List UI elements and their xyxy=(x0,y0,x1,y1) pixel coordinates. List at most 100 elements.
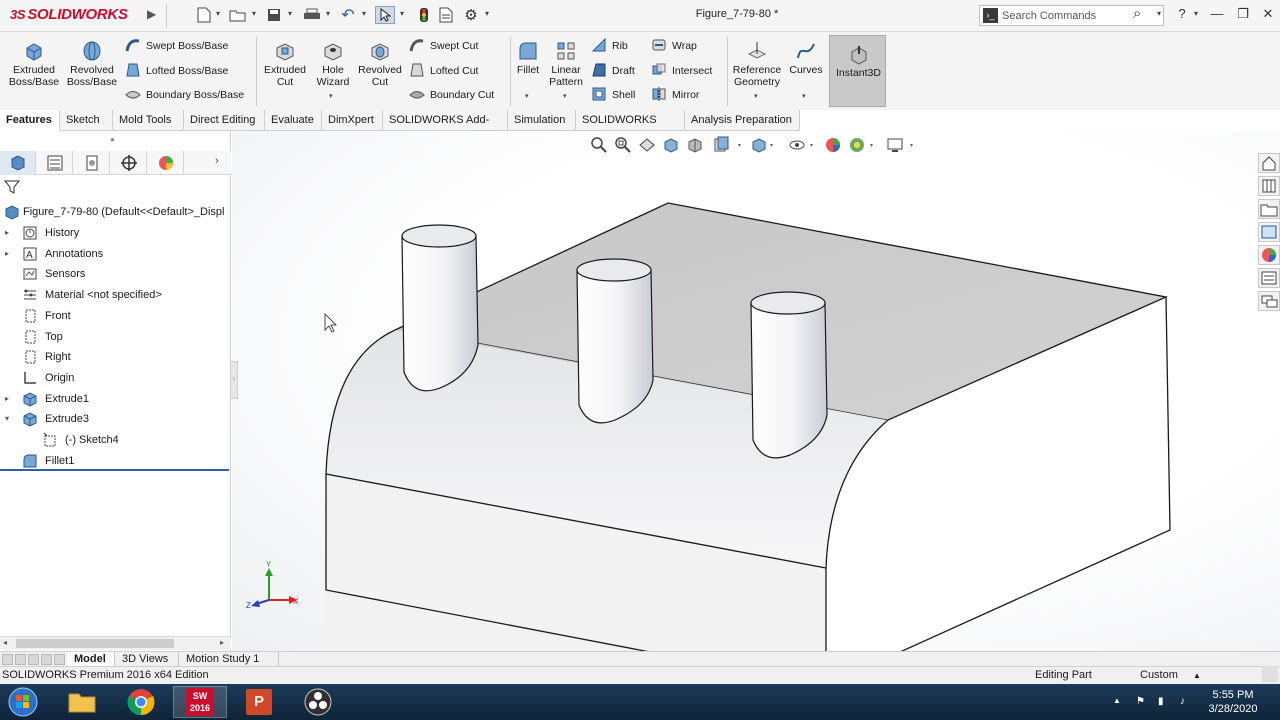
tree-expander-icon[interactable]: ▸ xyxy=(5,223,15,243)
tree-item[interactable]: Fillet1 xyxy=(0,451,229,471)
tab-solidworks-add-ins[interactable]: SOLIDWORKS Add-Ins xyxy=(383,110,508,146)
appearances-scenes-icon[interactable] xyxy=(1258,245,1280,265)
tab-next-icon[interactable] xyxy=(28,654,39,665)
tree-item[interactable]: Top xyxy=(0,327,229,347)
fillet-dropdown-icon[interactable]: ▾ xyxy=(525,92,529,100)
solidworks-resources-icon[interactable] xyxy=(1258,153,1280,173)
curves-dropdown-icon[interactable]: ▾ xyxy=(802,92,806,100)
design-library-icon[interactable] xyxy=(1258,176,1280,196)
hole-wizard-dropdown-icon[interactable]: ▾ xyxy=(329,92,333,100)
powerpoint-taskbar-button[interactable]: P xyxy=(232,686,286,718)
viewport-restore-icon[interactable]: ❐ xyxy=(1232,131,1242,132)
tab-dimxpert-manager[interactable] xyxy=(111,151,147,175)
tab-dimxpert[interactable]: DimXpert xyxy=(322,110,383,131)
cylinder-boss-3[interactable] xyxy=(750,291,828,459)
tab-motion-study[interactable]: Motion Study 1 xyxy=(179,652,279,667)
section-view-icon[interactable] xyxy=(662,136,680,154)
panel-grip-icon[interactable]: ● xyxy=(110,135,115,144)
cylinder-boss-2[interactable] xyxy=(576,258,654,424)
zoom-to-fit-icon[interactable] xyxy=(590,136,608,154)
boundary-boss-button[interactable]: Boundary Boss/Base xyxy=(125,86,244,104)
search-dropdown-icon[interactable]: ▾ xyxy=(1157,9,1161,18)
fillet-button[interactable]: Fillet xyxy=(513,40,543,76)
lofted-boss-button[interactable]: Lofted Boss/Base xyxy=(125,62,228,80)
panel-splitter-handle[interactable]: ‹ xyxy=(230,361,238,399)
tree-root-part[interactable]: Figure_7-79-80 (Default<<Default>_Displ xyxy=(4,202,231,222)
chrome-taskbar-button[interactable] xyxy=(114,686,168,718)
intersect-button[interactable]: Intersect xyxy=(651,62,712,80)
solidworks-taskbar-button[interactable]: SW 2016 xyxy=(173,686,227,718)
tray-volume-icon[interactable]: ♪ xyxy=(1180,696,1185,707)
tree-item[interactable]: ▸ A Annotations xyxy=(0,244,229,264)
file-explorer-icon[interactable] xyxy=(1258,199,1280,219)
view-orientation-icon[interactable] xyxy=(712,136,730,154)
zoom-to-area-icon[interactable] xyxy=(614,136,632,154)
lofted-cut-button[interactable]: Lofted Cut xyxy=(409,62,478,80)
swept-cut-button[interactable]: Swept Cut xyxy=(409,37,478,55)
display-style-dropdown-icon[interactable]: ▾ xyxy=(770,142,773,149)
boundary-cut-button[interactable]: Boundary Cut xyxy=(409,86,494,104)
pattern-dropdown-icon[interactable]: ▾ xyxy=(563,92,567,100)
search-commands-input[interactable] xyxy=(1002,8,1132,23)
tab-last-icon[interactable] xyxy=(41,654,52,665)
tab-features[interactable]: Features xyxy=(0,110,60,131)
view-settings-dropdown-icon[interactable]: ▾ xyxy=(910,142,913,149)
scroll-right-icon[interactable]: ▸ xyxy=(220,638,224,647)
tree-item[interactable]: ▾ Extrude3 xyxy=(0,409,229,429)
windows-start-button[interactable] xyxy=(0,686,46,718)
tree-item[interactable]: Right xyxy=(0,347,229,367)
tab-direct-editing[interactable]: Direct Editing xyxy=(184,110,265,131)
tree-item[interactable]: Material <not specified> xyxy=(0,285,229,305)
tab-display-manager[interactable] xyxy=(148,151,184,175)
tree-item[interactable]: ▸ Extrude1 xyxy=(0,389,229,409)
reference-geometry-dropdown-icon[interactable]: ▾ xyxy=(754,92,758,100)
scene-dropdown-icon[interactable]: ▾ xyxy=(870,142,873,149)
status-resize-icon[interactable] xyxy=(1262,666,1278,682)
cylinder-boss-1[interactable] xyxy=(401,224,479,392)
hole-wizard-button[interactable]: Hole Wizard xyxy=(310,40,356,88)
draft-button[interactable]: Draft xyxy=(591,62,635,80)
solidworks-forum-icon[interactable] xyxy=(1258,291,1280,311)
instant3d-button[interactable]: Instant3D xyxy=(829,35,886,107)
tab-evaluate[interactable]: Evaluate xyxy=(265,110,322,131)
unit-system-selector[interactable]: Custom xyxy=(1140,667,1178,684)
extruded-boss-button[interactable]: Extruded Boss/Base xyxy=(6,40,62,88)
tree-item[interactable]: ▸ History xyxy=(0,223,229,243)
tab-model[interactable]: Model xyxy=(67,652,115,667)
mirror-button[interactable]: Mirror xyxy=(651,86,699,104)
part-model-3d[interactable]: Y X Z xyxy=(232,131,1280,651)
tree-expander-icon[interactable]: ▾ xyxy=(5,409,15,429)
tray-network-icon[interactable]: ▮ xyxy=(1158,696,1164,707)
tab-sketch[interactable]: Sketch xyxy=(60,110,113,131)
tab-prev-icon[interactable] xyxy=(15,654,26,665)
scroll-left-icon[interactable]: ◂ xyxy=(3,638,7,647)
view-orientation-dropdown-icon[interactable]: ▾ xyxy=(738,142,741,149)
file-explorer-taskbar-button[interactable] xyxy=(55,686,109,718)
help-icon[interactable]: ? xyxy=(1173,6,1191,21)
tree-item[interactable]: Front xyxy=(0,306,229,326)
dynamic-annotation-icon[interactable] xyxy=(686,136,704,154)
hide-show-items-icon[interactable] xyxy=(788,136,806,154)
tab-configuration-manager[interactable] xyxy=(74,151,110,175)
tab-mold-tools[interactable]: Mold Tools xyxy=(113,110,184,131)
revolved-cut-button[interactable]: Revolved Cut xyxy=(356,40,404,88)
custom-properties-icon[interactable] xyxy=(1258,268,1280,288)
help-dropdown-icon[interactable]: ▾ xyxy=(1194,9,1198,18)
tree-item[interactable]: Sensors xyxy=(0,264,229,284)
tree-item[interactable]: (-) Sketch4 xyxy=(0,430,229,450)
edit-appearance-icon[interactable] xyxy=(824,136,842,154)
tree-expander-icon[interactable]: ▸ xyxy=(5,244,15,264)
swept-boss-button[interactable]: Swept Boss/Base xyxy=(125,37,228,55)
restore-window-icon[interactable]: ❐ xyxy=(1234,6,1252,22)
search-commands-box[interactable]: ›_ ⌕ xyxy=(979,5,1164,26)
curves-button[interactable]: Curves xyxy=(788,40,824,76)
unit-system-arrow-icon[interactable]: ▲ xyxy=(1193,667,1201,684)
tray-flag-icon[interactable]: ⚑ xyxy=(1136,696,1145,707)
close-window-icon[interactable]: ✕ xyxy=(1259,6,1277,22)
filter-icon[interactable] xyxy=(4,179,20,195)
tab-scroll-icon[interactable] xyxy=(54,654,65,665)
wrap-button[interactable]: Wrap xyxy=(651,37,697,55)
hide-show-dropdown-icon[interactable]: ▾ xyxy=(810,142,813,149)
obs-taskbar-button[interactable] xyxy=(291,686,345,718)
search-icon[interactable]: ⌕ xyxy=(1133,5,1141,22)
